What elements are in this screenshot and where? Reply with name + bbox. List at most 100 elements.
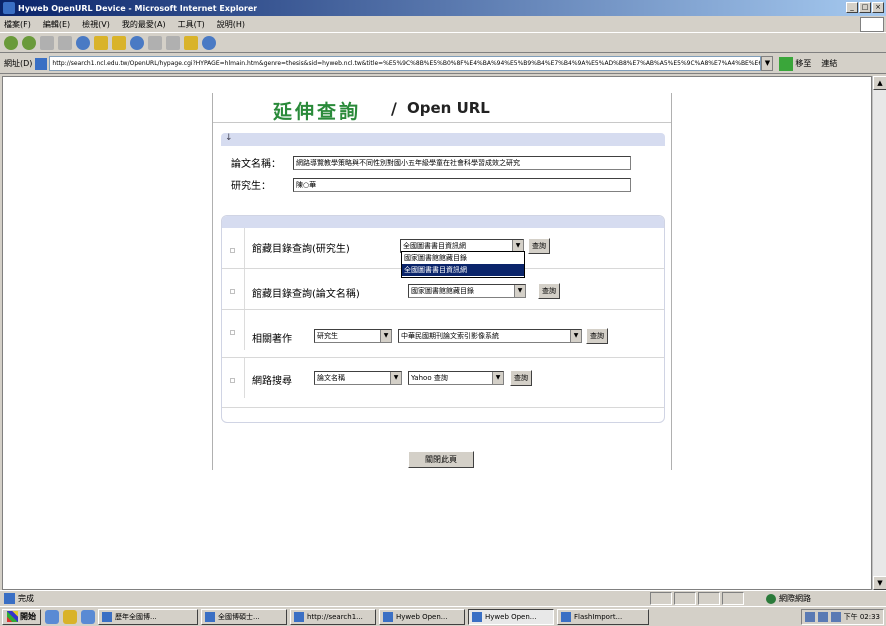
menu-view[interactable]: 檢視(V) xyxy=(82,19,110,30)
taskbar-item[interactable]: http://search1... xyxy=(290,608,376,625)
folder-quicklaunch-icon[interactable] xyxy=(63,609,77,624)
tray-icon[interactable] xyxy=(804,612,815,622)
address-bar: 網址(D) http://search1.ncl.edu.tw/OpenURL/… xyxy=(0,54,886,74)
author-label: 研究生： xyxy=(231,181,271,192)
menu-favorites[interactable]: 我的最愛(A) xyxy=(122,19,166,30)
back-icon[interactable] xyxy=(4,35,18,50)
links-toolbar[interactable]: 連結 xyxy=(821,58,837,69)
menu-help[interactable]: 說明(H) xyxy=(217,19,245,30)
row-divider xyxy=(244,358,245,398)
minimize-button[interactable]: _ xyxy=(846,2,858,13)
system-tray: 下午 02:33 xyxy=(800,609,884,625)
chevron-down-icon: ▼ xyxy=(492,372,503,384)
catalog-dropdown-list: 國家圖書館館藏目錄 全國圖書書目資訊網 xyxy=(401,251,525,278)
window-controls: _ □ × xyxy=(846,2,884,13)
close-window-button[interactable]: × xyxy=(872,2,884,13)
taskbar-item[interactable]: 歷年全國博... xyxy=(98,608,198,625)
web-engine-select-value: Yahoo 查詢 xyxy=(411,374,448,382)
go-arrow-icon xyxy=(779,56,794,71)
catalog-select-author-value: 全國圖書書目資訊網 xyxy=(403,242,466,250)
refresh-icon[interactable] xyxy=(58,35,72,50)
page-done-icon xyxy=(4,593,15,604)
favorites-icon[interactable] xyxy=(112,35,126,50)
start-button[interactable]: 開始 xyxy=(2,608,41,625)
close-page-button[interactable]: 關閉此頁 xyxy=(408,451,474,468)
openurl-panel: 延伸查詢 / Open URL ↓ 論文名稱： 網路導覽教學策略與不同性別對國小… xyxy=(212,93,672,470)
search-row-label: 相關著作 xyxy=(252,334,292,345)
taskbar-item[interactable]: 全國博碩士... xyxy=(201,608,287,625)
web-engine-select[interactable]: Yahoo 查詢 ▼ xyxy=(408,371,504,385)
query-button[interactable]: 查詢 xyxy=(586,328,608,344)
query-button[interactable]: 查詢 xyxy=(538,283,560,299)
tray-icon[interactable] xyxy=(817,612,828,622)
query-button[interactable]: 查詢 xyxy=(528,238,550,254)
home-icon[interactable] xyxy=(76,35,90,50)
scroll-up-button[interactable]: ▲ xyxy=(873,76,886,90)
chevron-down-icon: ▼ xyxy=(514,285,525,297)
stop-icon[interactable] xyxy=(40,35,54,50)
standard-toolbar xyxy=(0,33,886,53)
related-field-select-value: 研究生 xyxy=(317,332,338,340)
menu-edit[interactable]: 編輯(E) xyxy=(43,19,70,30)
thesis-title-field[interactable]: 網路導覽教學策略與不同性別對國小五年級學童在社會科學習成效之研究 xyxy=(293,155,631,170)
folder-icon[interactable] xyxy=(184,35,198,50)
author-field[interactable]: 陳○華 xyxy=(293,177,631,192)
status-cell xyxy=(674,592,696,605)
status-cells xyxy=(650,592,744,605)
menu-file[interactable]: 檔案(F) xyxy=(4,19,31,30)
search-row-related-works: 相關著作 研究生 ▼ 中華民國期刊論文索引影像系統 ▼ 查詢 xyxy=(222,310,664,358)
maximize-button[interactable]: □ xyxy=(859,2,871,13)
window-title: Hyweb OpenURL Device - Microsoft Interne… xyxy=(18,3,258,13)
mail-icon[interactable] xyxy=(148,35,162,50)
catalog-select-title[interactable]: 國家圖書館館藏目錄 ▼ xyxy=(408,284,526,298)
taskbar-item[interactable]: FlashImport... xyxy=(557,608,649,625)
row-divider xyxy=(244,228,245,268)
related-source-select[interactable]: 中華民國期刊論文索引影像系統 ▼ xyxy=(398,329,582,343)
page-icon xyxy=(35,57,48,70)
search-row-web: 網路搜尋 論文名稱 ▼ Yahoo 查詢 ▼ 查詢 xyxy=(222,358,664,408)
status-cell xyxy=(722,592,744,605)
history-icon[interactable] xyxy=(130,35,144,50)
web-field-select[interactable]: 論文名稱 ▼ xyxy=(314,371,402,385)
thesis-info-box: ↓ 論文名稱： 網路導覽教學策略與不同性別對國小五年級學童在社會科學習成效之研究… xyxy=(221,133,665,195)
menu-tools[interactable]: 工具(T) xyxy=(178,19,205,30)
row-divider xyxy=(244,269,245,309)
forward-icon[interactable] xyxy=(22,35,36,50)
header-chinese-title: 延伸查詢 xyxy=(273,101,362,123)
window-title-bar[interactable]: Hyweb OpenURL Device - Microsoft Interne… xyxy=(0,0,886,16)
status-cell xyxy=(698,592,720,605)
search-row-label: 館藏目錄查詢(論文名稱) xyxy=(252,289,360,300)
catalog-select-title-value: 國家圖書館館藏目錄 xyxy=(411,287,474,295)
menu-bar: 檔案(F) 編輯(E) 檢視(V) 我的最愛(A) 工具(T) 說明(H) xyxy=(0,16,886,33)
chevron-down-icon: ▼ xyxy=(570,330,581,342)
taskbar-item[interactable]: Hyweb Open... xyxy=(379,608,465,625)
vertical-scrollbar[interactable]: ▲ ▼ xyxy=(872,76,886,590)
row-divider xyxy=(244,310,245,350)
print-icon[interactable] xyxy=(166,35,180,50)
zone-label: 網際網路 xyxy=(779,594,811,603)
search-options-bar xyxy=(222,216,664,228)
search-icon[interactable] xyxy=(94,35,108,50)
taskbar-item-active[interactable]: Hyweb Open... xyxy=(468,608,554,625)
start-label: 開始 xyxy=(20,611,36,621)
dropdown-option-selected[interactable]: 全國圖書書目資訊網 xyxy=(402,264,524,276)
row-bullet xyxy=(230,248,235,253)
messenger-icon[interactable] xyxy=(202,35,216,50)
volume-icon[interactable] xyxy=(830,612,841,622)
dropdown-option[interactable]: 國家圖書館館藏目錄 xyxy=(402,252,524,264)
web-field-select-value: 論文名稱 xyxy=(317,374,345,382)
address-input[interactable]: http://search1.ncl.edu.tw/OpenURL/hypage… xyxy=(49,56,762,71)
clock: 下午 02:33 xyxy=(843,613,880,621)
desktop-quicklaunch-icon[interactable] xyxy=(81,609,95,624)
search-row-label: 網路搜尋 xyxy=(252,376,292,387)
scroll-down-button[interactable]: ▼ xyxy=(873,576,886,590)
ie-quicklaunch-icon[interactable] xyxy=(45,609,59,624)
address-dropdown-button[interactable]: ▼ xyxy=(761,56,774,71)
go-button[interactable]: 移至 xyxy=(779,56,811,71)
row-bullet xyxy=(230,378,235,383)
thesis-title-label: 論文名稱： xyxy=(231,159,281,170)
query-button[interactable]: 查詢 xyxy=(510,370,532,386)
related-field-select[interactable]: 研究生 ▼ xyxy=(314,329,392,343)
search-row-label: 館藏目錄查詢(研究生) xyxy=(252,244,350,255)
taskbar: 開始 歷年全國博... 全國博碩士... http://search1... H… xyxy=(0,606,886,626)
